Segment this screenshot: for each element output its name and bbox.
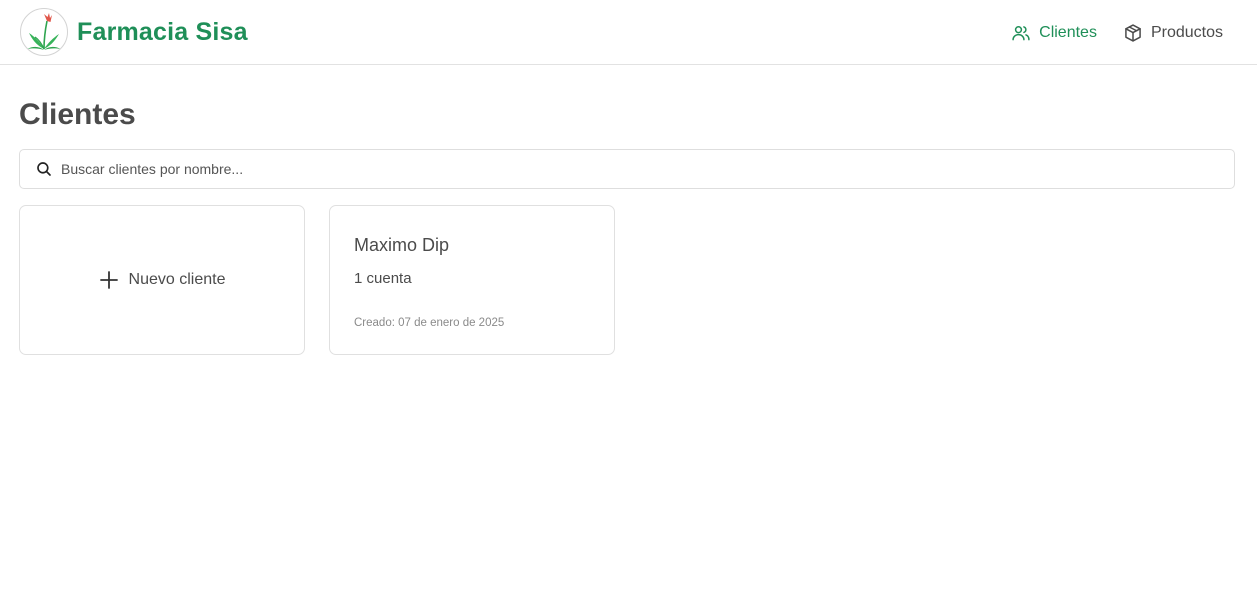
- brand[interactable]: Farmacia Sisa: [20, 8, 248, 56]
- page-title: Clientes: [19, 98, 136, 131]
- client-created-date: Creado: 07 de enero de 2025: [354, 317, 505, 329]
- nav-item-label: Productos: [1150, 24, 1223, 41]
- search-box: [19, 149, 1235, 189]
- nav-item-label: Clientes: [1039, 24, 1097, 41]
- client-accounts-count: 1 cuenta: [354, 270, 412, 287]
- search-input[interactable]: [61, 154, 1211, 184]
- new-client-card[interactable]: Nuevo cliente: [19, 205, 305, 355]
- top-navigation-bar: Farmacia Sisa Clientes Productos: [0, 0, 1257, 65]
- nav-item-productos[interactable]: Productos: [1123, 21, 1223, 45]
- package-icon: [1123, 23, 1143, 43]
- main-nav: Clientes Productos: [985, 21, 1223, 45]
- plus-icon: [99, 270, 119, 290]
- users-icon: [1011, 23, 1031, 43]
- client-card[interactable]: Maximo Dip 1 cuenta Creado: 07 de enero …: [329, 205, 615, 355]
- client-name: Maximo Dip: [354, 235, 450, 255]
- nav-item-clientes[interactable]: Clientes: [1011, 21, 1097, 45]
- new-client-label: Nuevo cliente: [128, 271, 226, 288]
- brand-name: Farmacia Sisa: [77, 17, 248, 46]
- pharmacy-logo-icon: [20, 8, 68, 56]
- search-icon: [35, 160, 53, 178]
